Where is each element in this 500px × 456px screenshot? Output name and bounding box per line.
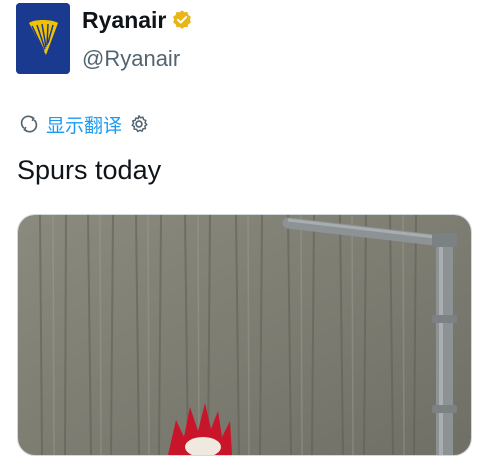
- account-handle[interactable]: @Ryanair: [82, 46, 180, 72]
- tweet-text: Spurs today: [17, 155, 162, 185]
- avatar[interactable]: [16, 3, 70, 74]
- photo-wall-rooster-icon: [18, 215, 471, 455]
- gear-icon[interactable]: [128, 113, 150, 135]
- display-name[interactable]: Ryanair: [82, 6, 193, 34]
- verified-badge-icon[interactable]: [171, 9, 193, 31]
- translate-icon[interactable]: [18, 113, 40, 135]
- display-name-text[interactable]: Ryanair: [82, 6, 166, 34]
- translate-row: 显示翻译: [18, 111, 150, 137]
- ryanair-harp-logo-icon: [16, 3, 70, 74]
- tweet-photo[interactable]: [17, 214, 472, 456]
- show-translation-link[interactable]: 显示翻译: [46, 111, 122, 138]
